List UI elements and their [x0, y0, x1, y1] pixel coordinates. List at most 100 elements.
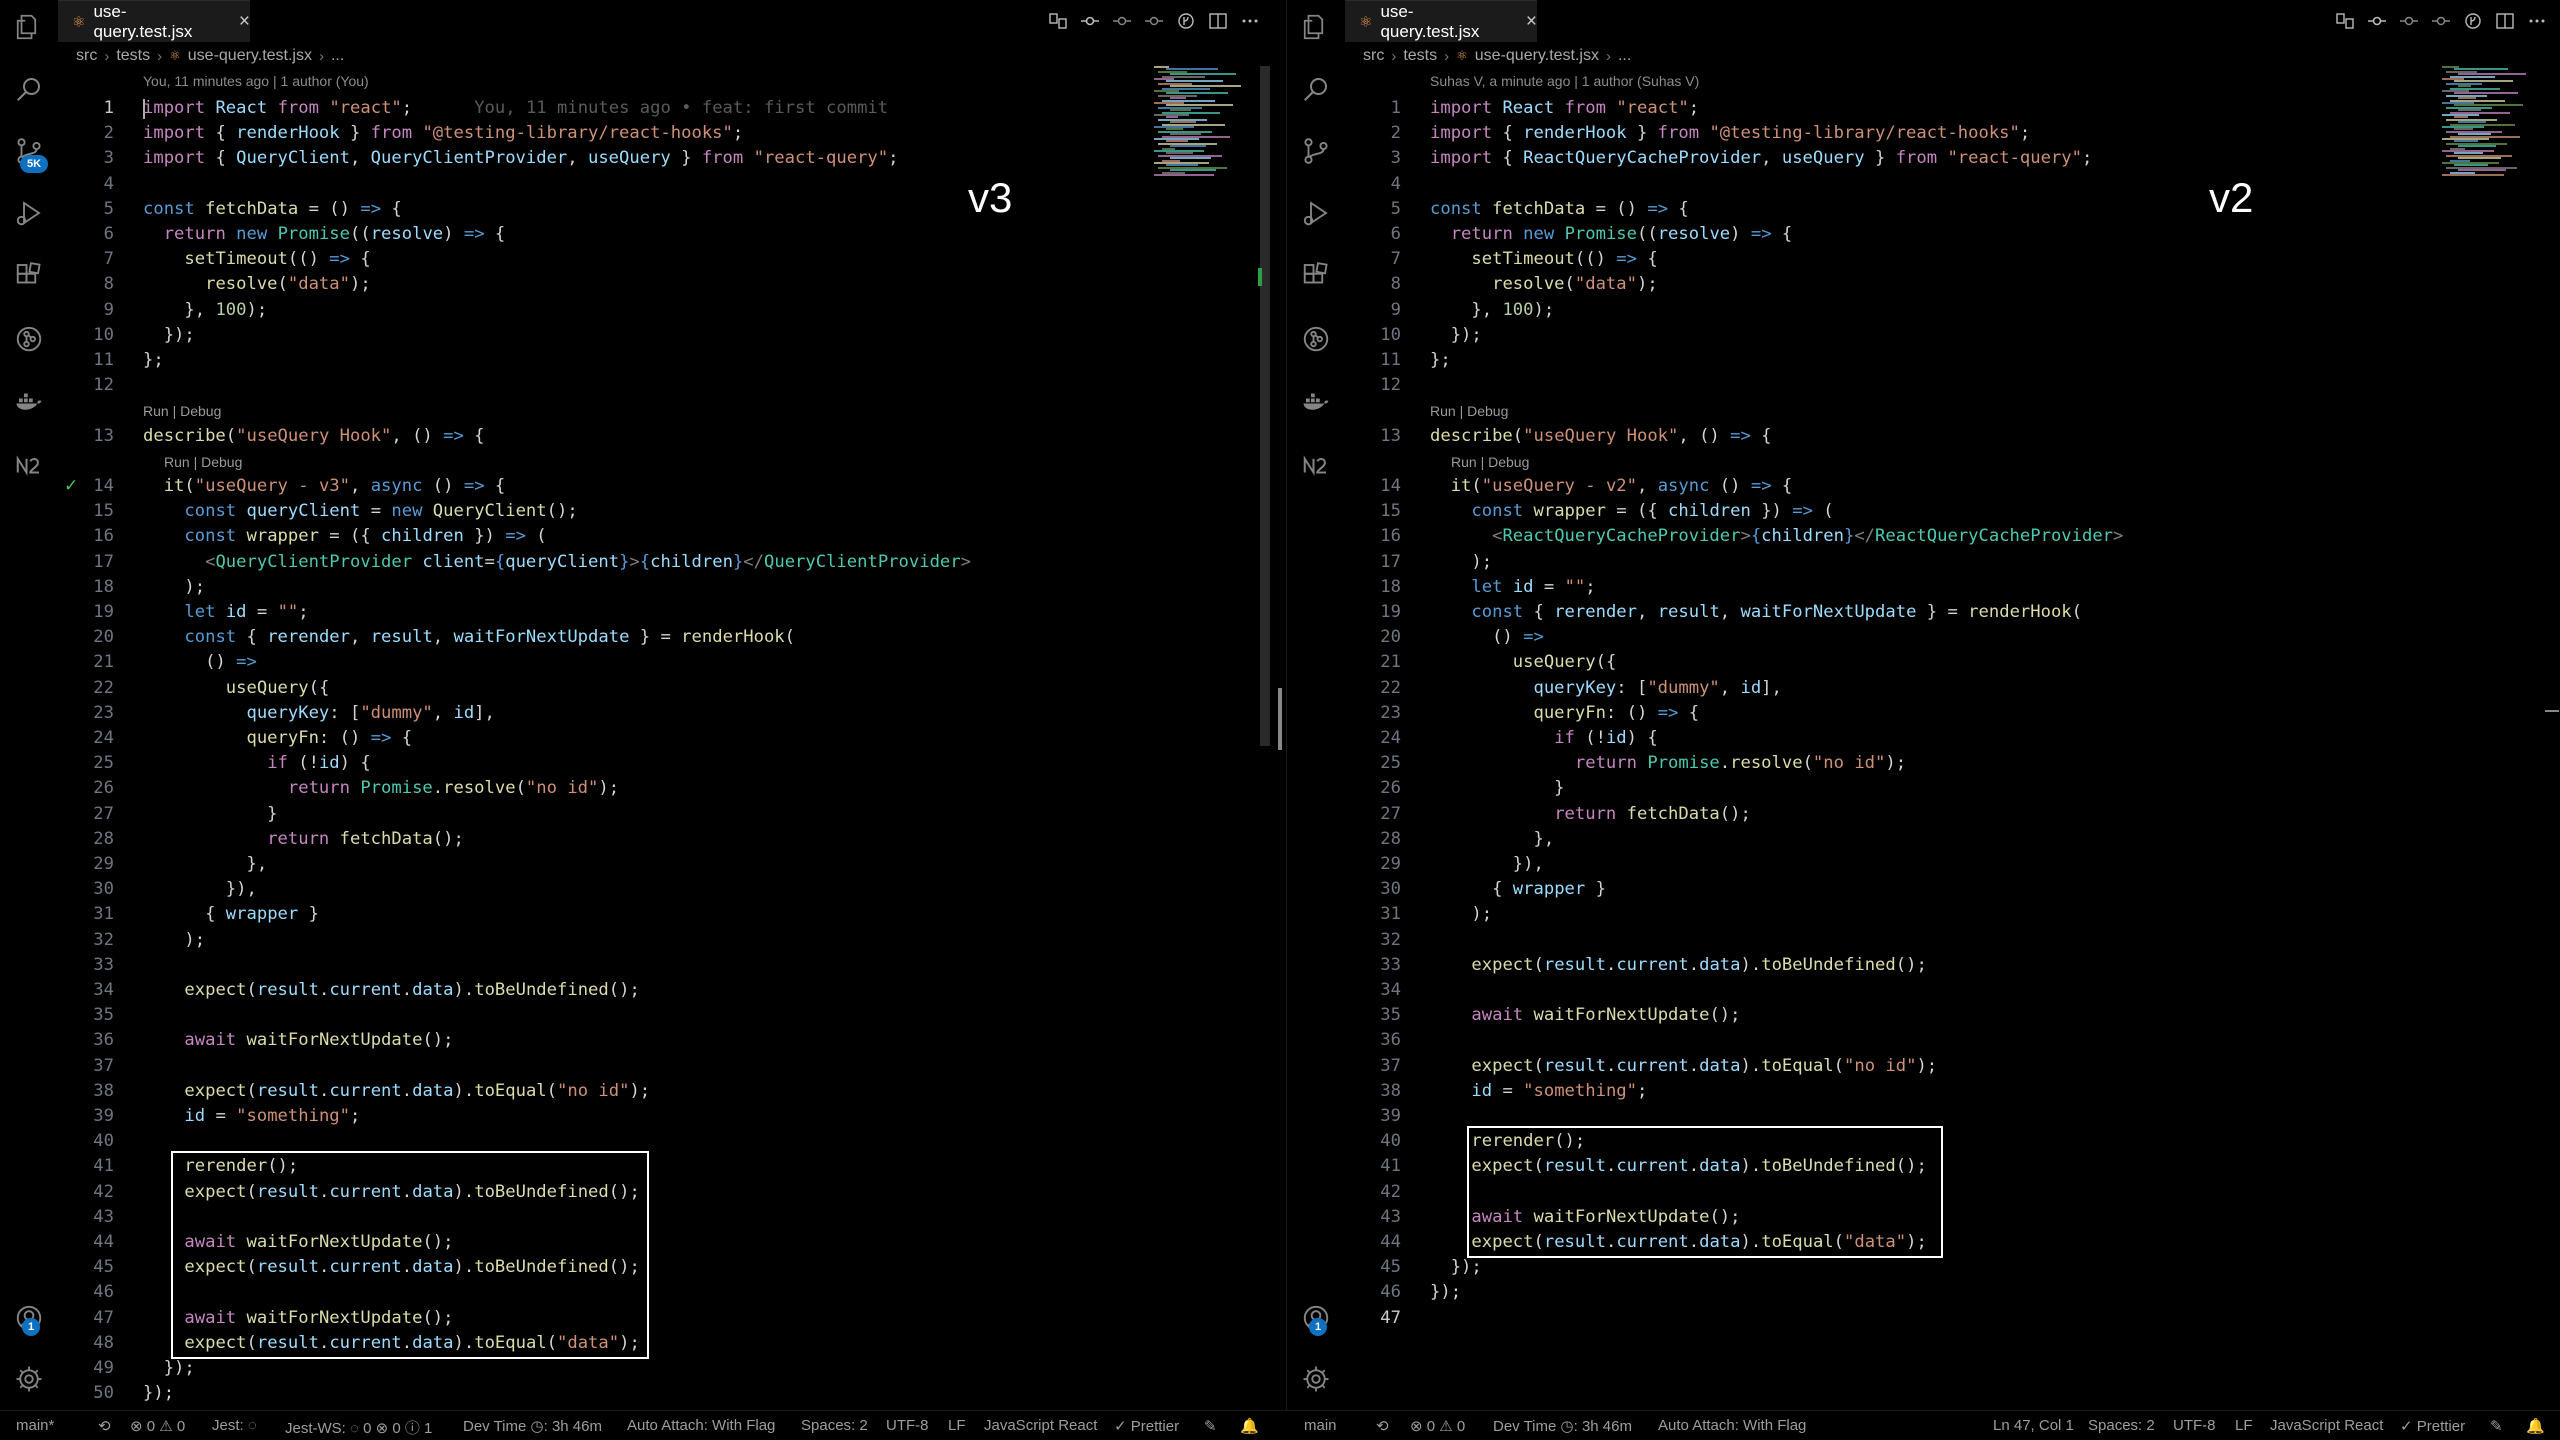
language-mode[interactable]: JavaScript React	[984, 1417, 1097, 1434]
code-line: const { rerender, result, waitForNextUpd…	[184, 627, 796, 648]
more-actions-icon[interactable]	[2527, 9, 2547, 33]
code-line: resolve("data");	[205, 274, 371, 295]
extensions-icon[interactable]	[14, 260, 44, 290]
branch-indicator[interactable]: main*	[16, 1417, 54, 1434]
breadcrumb-item[interactable]: use-query.test.jsx	[1475, 47, 1599, 65]
language-mode[interactable]: JavaScript React	[2270, 1417, 2383, 1434]
run-debug-icon[interactable]	[1301, 198, 1331, 228]
previous-change-icon[interactable]	[2399, 9, 2419, 33]
close-icon[interactable]: ×	[1526, 11, 1537, 33]
prettier-status[interactable]: ✓ Prettier	[2400, 1417, 2465, 1435]
breadcrumb-item[interactable]: src	[76, 47, 97, 65]
jest-status[interactable]: Jest: ◌	[212, 1417, 257, 1434]
git-commit-icon[interactable]	[2367, 9, 2387, 33]
line-number: 5	[103, 198, 114, 219]
auto-attach[interactable]: Auto Attach: With Flag	[1658, 1417, 1806, 1434]
breadcrumb-item[interactable]: use-query.test.jsx	[188, 47, 312, 65]
close-icon[interactable]: ×	[239, 11, 250, 33]
line-number: 47	[93, 1307, 114, 1328]
breadcrumb-item[interactable]: tests	[116, 47, 150, 65]
blame-header[interactable]: Suhas V, a minute ago | 1 author (Suhas …	[1430, 73, 1699, 89]
search-icon[interactable]	[1301, 74, 1331, 104]
code-line: import React from "react";	[1430, 98, 1700, 118]
branch-indicator[interactable]: main	[1304, 1417, 1337, 1434]
line-number: 22	[93, 677, 114, 698]
notifications-bell-icon[interactable]: 🔔	[1240, 1417, 1259, 1435]
previous-change-icon[interactable]	[1112, 9, 1132, 33]
breadcrumb-item[interactable]: tests	[1403, 47, 1437, 65]
split-editor-icon[interactable]	[1208, 9, 1228, 33]
auto-attach[interactable]: Auto Attach: With Flag	[627, 1417, 775, 1434]
next-change-icon[interactable]	[2431, 9, 2451, 33]
line-number: 12	[1380, 375, 1401, 396]
git-commit-icon[interactable]	[1080, 9, 1100, 33]
problems-indicator[interactable]: ⊗ 0 ⚠ 0	[130, 1417, 185, 1435]
test-passed-icon[interactable]: ✓	[64, 474, 78, 499]
notifications-bell-icon[interactable]: 🔔	[2526, 1417, 2545, 1435]
sync-icon[interactable]: ⟲	[1376, 1417, 1389, 1435]
docker-icon[interactable]	[1301, 386, 1331, 416]
code-editor-left[interactable]: 1 import React from "react"; You, 11 minu…	[58, 96, 1286, 1403]
code-editor-right[interactable]: 1 import React from "react"; 2 import { ren…	[1345, 96, 2560, 1396]
feedback-icon[interactable]: ✎	[1204, 1417, 1217, 1435]
code-line: id = "something";	[184, 1106, 361, 1126]
line-number: 5	[1390, 198, 1401, 219]
dev-time[interactable]: Dev Time ◷: 3h 46m	[463, 1417, 602, 1435]
tab-use-query-test[interactable]: ⚛ use-query.test.jsx ×	[1345, 0, 1537, 42]
nx-console-icon[interactable]	[14, 450, 44, 480]
problems-indicator[interactable]: ⊗ 0 ⚠ 0	[1410, 1417, 1465, 1435]
jest-ws-status[interactable]: Jest-WS: ◌ 0 ⊗ 0 ⓘ 1	[285, 1417, 432, 1438]
tab-use-query-test[interactable]: ⚛ use-query.test.jsx ×	[58, 0, 250, 42]
breadcrumb-item[interactable]: ...	[1618, 47, 1631, 65]
indentation[interactable]: Spaces: 2	[2088, 1417, 2155, 1434]
line-number: 33	[93, 954, 114, 975]
code-line: expect(result.current.data).toEqual("no …	[184, 1080, 651, 1101]
settings-gear-icon[interactable]	[14, 1364, 44, 1394]
blame-header[interactable]: You, 11 minutes ago | 1 author (You)	[143, 73, 369, 89]
line-number: 20	[93, 627, 114, 648]
breadcrumb-item[interactable]: ...	[331, 47, 344, 65]
git-graph-icon[interactable]	[14, 324, 44, 354]
compare-changes-icon[interactable]	[2335, 9, 2355, 33]
end-of-line[interactable]: LF	[2235, 1417, 2253, 1434]
search-icon[interactable]	[14, 74, 44, 104]
run-debug-icon[interactable]	[14, 198, 44, 228]
line-number: 23	[93, 702, 114, 723]
indentation[interactable]: Spaces: 2	[801, 1417, 868, 1434]
feedback-icon[interactable]: ✎	[2490, 1417, 2503, 1435]
end-of-line[interactable]: LF	[948, 1417, 966, 1434]
cursor-position[interactable]: Ln 47, Col 1	[1993, 1417, 2074, 1434]
sync-icon[interactable]: ⟲	[98, 1417, 111, 1435]
git-graph-icon[interactable]	[1301, 324, 1331, 354]
line-number: 29	[1380, 854, 1401, 874]
breadcrumb-item[interactable]: src	[1363, 47, 1384, 65]
explorer-icon[interactable]	[1301, 12, 1331, 42]
docker-icon[interactable]	[14, 386, 44, 416]
line-number: 24	[1380, 728, 1401, 748]
code-line: let id = "";	[1471, 576, 1596, 597]
split-editor-icon[interactable]	[2495, 9, 2515, 33]
nx-console-icon[interactable]	[1301, 450, 1331, 480]
encoding[interactable]: UTF-8	[886, 1417, 929, 1434]
breadcrumb: src › tests › ⚛ use-query.test.jsx › ...	[1363, 47, 1632, 65]
codelens-run-debug[interactable]: Run | Debug	[1430, 401, 1508, 421]
settings-gear-icon[interactable]	[1301, 1364, 1331, 1394]
extensions-icon[interactable]	[1301, 260, 1331, 290]
source-control-icon[interactable]	[1301, 136, 1331, 166]
line-number: 32	[93, 929, 114, 950]
prettier-status[interactable]: ✓ Prettier	[1114, 1417, 1179, 1435]
codelens-run-debug[interactable]: Run | Debug	[164, 452, 242, 472]
codelens-run-debug[interactable]: Run | Debug	[143, 401, 221, 421]
more-actions-icon[interactable]	[1240, 9, 1260, 33]
codelens-run-debug[interactable]: Run | Debug	[1451, 452, 1529, 472]
editor-actions	[2335, 9, 2547, 33]
encoding[interactable]: UTF-8	[2173, 1417, 2216, 1434]
next-change-icon[interactable]	[1144, 9, 1164, 33]
explorer-icon[interactable]	[14, 12, 44, 42]
gitlens-icon[interactable]	[1176, 9, 1196, 33]
gitlens-icon[interactable]	[2463, 9, 2483, 33]
dev-time[interactable]: Dev Time ◷: 3h 46m	[1493, 1417, 1632, 1435]
line-number: 24	[93, 728, 114, 748]
line-number: 21	[93, 652, 114, 673]
compare-changes-icon[interactable]	[1048, 9, 1068, 33]
